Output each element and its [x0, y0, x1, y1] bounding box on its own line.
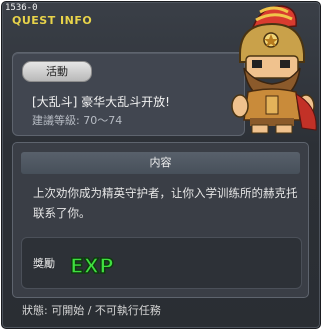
exp-icon: EXP — [69, 253, 114, 279]
window-title: QUEST INFO — [12, 14, 93, 27]
quest-summary-panel: 活動 [大乱斗] 豪华大乱斗开放! 建議等級: 70～74 — [12, 52, 245, 136]
quest-info-window: 1536-0 QUEST INFO 活動 [大乱斗] 豪华大乱斗开放! 建議等級… — [1, 1, 321, 329]
window-id-code: 1536-0 — [5, 3, 38, 13]
reward-label: 獎勵 — [33, 257, 55, 270]
quest-content-panel: 内容 上次劝你成为精英守护者，让你入学训练所的赫克托联系了你。 獎勵 EXP — [12, 142, 309, 298]
quest-status: 狀態: 可開始 / 不可執行任務 — [22, 304, 161, 317]
quest-description: 上次劝你成为精英守护者，让你入学训练所的赫克托联系了你。 — [33, 186, 298, 220]
quest-level-requirement: 建議等級: 70～74 — [32, 114, 123, 127]
npc-warrior-portrait — [231, 5, 317, 134]
reward-box: 獎勵 EXP — [21, 237, 302, 289]
content-section-header: 内容 — [21, 152, 300, 174]
quest-name: [大乱斗] 豪华大乱斗开放! — [32, 95, 170, 109]
exp-icon-text: EXP — [70, 254, 114, 278]
quest-category-badge: 活動 — [22, 61, 92, 82]
